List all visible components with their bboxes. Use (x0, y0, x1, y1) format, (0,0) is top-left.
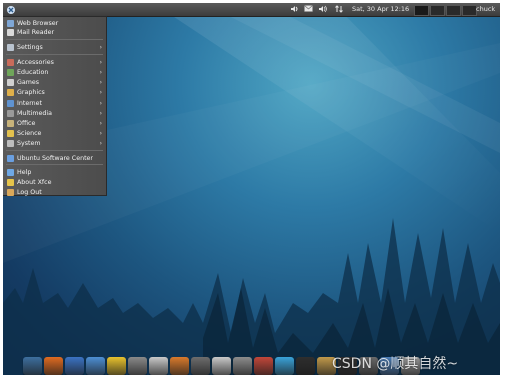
network-icon[interactable] (335, 4, 343, 15)
menu-item-label: Mail Reader (17, 29, 55, 36)
submenu-arrow-icon: › (99, 89, 102, 96)
science-icon (7, 130, 14, 137)
system-icon (7, 140, 14, 147)
menu-item-multimedia[interactable]: Multimedia › (3, 109, 106, 118)
menu-item-settings[interactable]: Settings › (3, 43, 106, 52)
document-viewer-icon[interactable] (170, 357, 189, 375)
xfce-logo-icon (6, 5, 15, 14)
menu-item-label: Games (17, 79, 40, 86)
menu-item-web-browser[interactable]: Web Browser (3, 19, 106, 28)
logout-icon (7, 189, 14, 196)
menu-item-label: Accessories (17, 59, 54, 66)
menu-item-label: Science (17, 130, 42, 137)
menu-item-label: Help (17, 169, 32, 176)
settings-manager-icon[interactable] (86, 357, 105, 375)
mail-icon[interactable] (304, 5, 313, 14)
mail-icon (7, 29, 14, 36)
firefox-icon[interactable] (44, 357, 63, 375)
education-icon (7, 69, 14, 76)
menu-item-label: Graphics (17, 89, 45, 96)
games-icon (7, 79, 14, 86)
menu-separator (6, 39, 103, 40)
terminal-icon[interactable] (296, 357, 315, 375)
menu-item-games[interactable]: Games › (3, 78, 106, 87)
system-tray (290, 3, 343, 16)
screenshot-icon[interactable] (191, 357, 210, 375)
menu-separator (6, 150, 103, 151)
watermark: CSDN @顺其自然~ (332, 356, 459, 372)
multimedia-icon (7, 110, 14, 117)
menu-item-system[interactable]: System › (3, 139, 106, 148)
menu-item-label: Education (17, 69, 49, 76)
top-panel: Sat, 30 Apr 12:16 chuck (3, 3, 500, 17)
menu-item-label: Web Browser (17, 20, 59, 27)
menu-item-log-out[interactable]: Log Out (3, 188, 106, 197)
accessories-icon (7, 59, 14, 66)
workspace-switcher (414, 5, 477, 16)
user-name[interactable]: chuck (476, 3, 495, 16)
menu-item-mail-reader[interactable]: Mail Reader (3, 28, 106, 37)
submenu-arrow-icon: › (99, 120, 102, 127)
workspace-4[interactable] (462, 5, 477, 16)
text-editor-icon[interactable] (128, 357, 147, 375)
workspace-2[interactable] (430, 5, 445, 16)
speaker-icon[interactable] (318, 5, 328, 15)
applications-menu: Web Browser Mail Reader Settings › Accessori… (3, 16, 107, 196)
globe-icon (7, 20, 14, 27)
menu-item-label: System (17, 140, 41, 147)
clock[interactable]: Sat, 30 Apr 12:16 (352, 3, 409, 16)
submenu-arrow-icon: › (99, 79, 102, 86)
thunderbird-icon[interactable] (65, 357, 84, 375)
gem-icon[interactable] (275, 357, 294, 375)
menu-item-label: Settings (17, 44, 43, 51)
system-settings-icon[interactable] (233, 357, 252, 375)
menu-item-label: Log Out (17, 189, 42, 196)
submenu-arrow-icon: › (99, 59, 102, 66)
submenu-arrow-icon: › (99, 100, 102, 107)
help-icon (7, 169, 14, 176)
menu-item-internet[interactable]: Internet › (3, 99, 106, 108)
submenu-arrow-icon: › (99, 140, 102, 147)
menu-item-education[interactable]: Education › (3, 68, 106, 77)
submenu-arrow-icon: › (99, 130, 102, 137)
submenu-arrow-icon: › (99, 69, 102, 76)
applications-menu-button[interactable] (5, 4, 16, 15)
office-icon (7, 120, 14, 127)
network-icon[interactable] (254, 357, 273, 375)
submenu-arrow-icon: › (99, 110, 102, 117)
desktop: Sat, 30 Apr 12:16 chuck Web Browser Mail … (3, 3, 500, 375)
menu-item-accessories[interactable]: Accessories › (3, 58, 106, 67)
submenu-arrow-icon: › (99, 44, 102, 51)
workspace-1[interactable] (414, 5, 429, 16)
menu-separator (6, 164, 103, 165)
menu-item-label: Ubuntu Software Center (17, 155, 94, 162)
menu-item-about-xfce[interactable]: About Xfce (3, 178, 106, 187)
star-icon (7, 179, 14, 186)
menu-item-label: Office (17, 120, 36, 127)
internet-icon (7, 100, 14, 107)
menu-item-label: About Xfce (17, 179, 52, 186)
workspace-3[interactable] (446, 5, 461, 16)
notes-icon[interactable] (149, 357, 168, 375)
settings-icon (7, 44, 14, 51)
graphics-icon (7, 89, 14, 96)
menu-item-science[interactable]: Science › (3, 129, 106, 138)
volume-icon[interactable] (290, 5, 299, 15)
menu-item-graphics[interactable]: Graphics › (3, 88, 106, 97)
menu-item-help[interactable]: Help (3, 168, 106, 177)
menu-item-label: Multimedia (17, 110, 53, 117)
show-desktop-icon[interactable] (23, 357, 42, 375)
software-center-icon (7, 155, 14, 162)
media-player-icon[interactable] (107, 357, 126, 375)
menu-item-office[interactable]: Office › (3, 119, 106, 128)
menu-item-ubuntu-software-center[interactable]: Ubuntu Software Center (3, 154, 106, 163)
image-viewer-icon[interactable] (212, 357, 231, 375)
menu-separator (6, 54, 103, 55)
menu-item-label: Internet (17, 100, 43, 107)
